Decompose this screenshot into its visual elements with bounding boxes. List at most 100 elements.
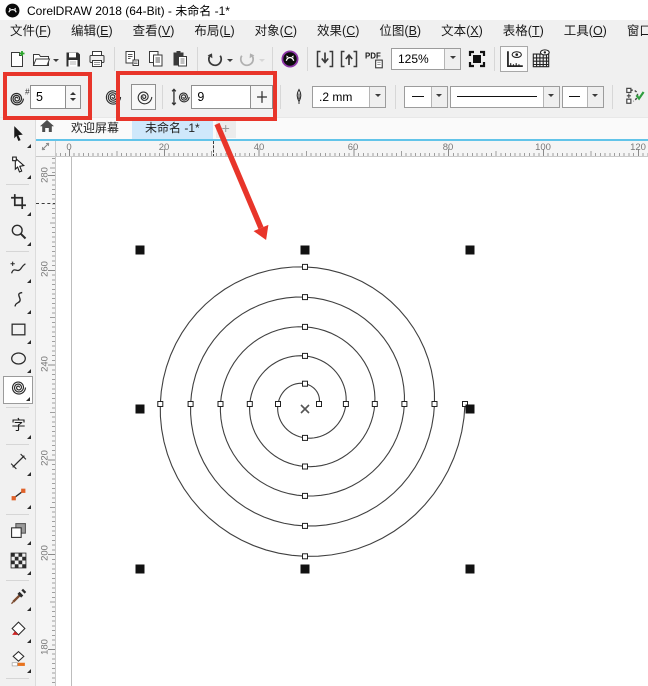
outline-width-dropdown[interactable]	[369, 86, 385, 107]
chevron-down-icon[interactable]	[227, 59, 233, 65]
shape-tool-button[interactable]	[3, 153, 33, 181]
spiral-node[interactable]	[342, 401, 349, 407]
spiral-node[interactable]	[431, 401, 438, 407]
connector-tool-button[interactable]	[3, 483, 33, 511]
toggle-rulers-button[interactable]	[500, 46, 528, 72]
menu-item-5[interactable]: 对象(C)	[245, 20, 307, 42]
menu-item-7[interactable]: 位图(B)	[369, 20, 431, 42]
horizontal-ruler[interactable]: 0 20 40 60 80 100 120	[56, 141, 648, 157]
zoom-level-input[interactable]	[392, 49, 444, 69]
save-button[interactable]	[61, 46, 85, 72]
menu-item-2[interactable]: 编辑(E)	[61, 20, 123, 42]
selection-handle[interactable]	[135, 564, 145, 574]
menu-item-10[interactable]: 工具(O)	[554, 20, 617, 42]
redo-button[interactable]	[235, 46, 267, 72]
selection-handle[interactable]	[465, 564, 475, 574]
ruler-origin-corner[interactable]	[36, 141, 56, 157]
publish-to-pdf-button[interactable]: PDF	[361, 46, 387, 72]
spiral-node[interactable]	[275, 401, 281, 407]
symmetric-spiral-button[interactable]	[100, 84, 126, 110]
menu-item-9[interactable]: 表格(T)	[493, 20, 554, 42]
text-tool-button[interactable]: 字	[3, 413, 33, 441]
selection-handle[interactable]	[300, 564, 310, 574]
spiral-node[interactable]	[302, 434, 308, 441]
spiral-node[interactable]	[302, 263, 308, 270]
arrow-start-combo[interactable]	[403, 85, 448, 108]
spiral-node[interactable]	[302, 463, 308, 470]
spinner-down-icon[interactable]	[69, 98, 76, 104]
paste-special-button[interactable]	[120, 46, 144, 72]
selection-handle[interactable]	[300, 245, 310, 255]
menu-item-8[interactable]: 文本(X)	[431, 20, 493, 42]
spiral-node[interactable]	[302, 294, 308, 301]
close-curve-button[interactable]	[620, 84, 648, 110]
print-button[interactable]	[85, 46, 109, 72]
spiral-tool-button[interactable]	[3, 376, 33, 404]
pick-tool-button[interactable]	[3, 122, 33, 150]
arrow-start-dropdown[interactable]	[430, 86, 447, 107]
spiral-node[interactable]	[302, 352, 308, 359]
selection-handle[interactable]	[465, 404, 475, 414]
spiral-node[interactable]	[187, 401, 194, 407]
spiral-revolutions-spinner[interactable]	[66, 84, 81, 109]
spiral-revolutions-input[interactable]	[30, 84, 66, 109]
outline-width-combo[interactable]	[312, 85, 386, 108]
spiral-node[interactable]	[302, 323, 308, 330]
smart-fill-tool-button[interactable]	[3, 647, 33, 675]
home-button[interactable]	[36, 118, 58, 139]
line-style-dropdown[interactable]	[542, 86, 559, 107]
export-button[interactable]	[337, 46, 361, 72]
drawing-canvas[interactable]	[56, 157, 648, 686]
spiral-node[interactable]	[302, 553, 308, 560]
zoom-level-dropdown[interactable]	[444, 49, 460, 69]
dimension-tool-button[interactable]	[3, 450, 33, 478]
chevron-down-icon[interactable]	[259, 59, 265, 65]
spiral-expansion-input[interactable]	[191, 84, 252, 109]
rectangle-tool-button[interactable]	[3, 318, 33, 346]
chevron-down-icon[interactable]	[53, 59, 59, 65]
logarithmic-spiral-button[interactable]	[130, 83, 157, 110]
fullscreen-preview-button[interactable]	[465, 46, 489, 72]
ellipse-tool-button[interactable]	[3, 347, 33, 375]
drop-shadow-tool-button[interactable]	[3, 519, 33, 547]
vertical-ruler[interactable]: 280 260 240 220 200 180	[36, 157, 56, 686]
paste-button[interactable]	[168, 46, 192, 72]
arrow-end-combo[interactable]	[561, 85, 604, 108]
selection-handle[interactable]	[135, 404, 145, 414]
spiral-node[interactable]	[316, 401, 322, 407]
spiral-expansion-slider-button[interactable]	[251, 84, 274, 109]
zoom-tool-button[interactable]	[3, 220, 33, 248]
menu-item-11[interactable]: 窗口(W)	[617, 20, 648, 42]
new-tab-button[interactable]: +	[215, 119, 236, 138]
new-document-button[interactable]	[5, 46, 29, 72]
spiral-path[interactable]	[159, 266, 466, 557]
interactive-fill-tool-button[interactable]	[3, 617, 33, 645]
undo-button[interactable]	[203, 46, 235, 72]
menu-item-3[interactable]: 查看(V)	[123, 20, 185, 42]
crop-tool-button[interactable]	[3, 190, 33, 218]
application-launcher-button[interactable]	[278, 46, 302, 72]
menu-item-6[interactable]: 效果(C)	[307, 20, 369, 42]
transparency-tool-button[interactable]	[3, 549, 33, 577]
menu-item-1[interactable]: 文件(F)	[0, 20, 61, 42]
spiral-node[interactable]	[157, 401, 164, 407]
spiral-node[interactable]	[371, 401, 378, 407]
zoom-level-combo[interactable]	[391, 48, 461, 70]
selection-handle[interactable]	[465, 245, 475, 255]
document-tab-2[interactable]: 未命名 -1*	[132, 118, 213, 139]
document-tab-1[interactable]: 欢迎屏幕	[58, 118, 132, 139]
menu-item-4[interactable]: 布局(L)	[184, 20, 244, 42]
spiral-node[interactable]	[302, 380, 308, 387]
arrow-end-dropdown[interactable]	[586, 86, 603, 107]
copy-button[interactable]	[144, 46, 168, 72]
spiral-node[interactable]	[246, 401, 253, 407]
spiral-node[interactable]	[401, 401, 408, 407]
spiral-node[interactable]	[217, 401, 224, 407]
curve-tool-button[interactable]	[3, 288, 33, 316]
spiral-node[interactable]	[302, 492, 308, 499]
outline-width-input[interactable]	[313, 86, 369, 107]
freehand-tool-button[interactable]	[3, 257, 33, 285]
open-document-button[interactable]	[29, 46, 61, 72]
selection-handle[interactable]	[135, 245, 145, 255]
eyedropper-tool-button[interactable]	[3, 585, 33, 613]
